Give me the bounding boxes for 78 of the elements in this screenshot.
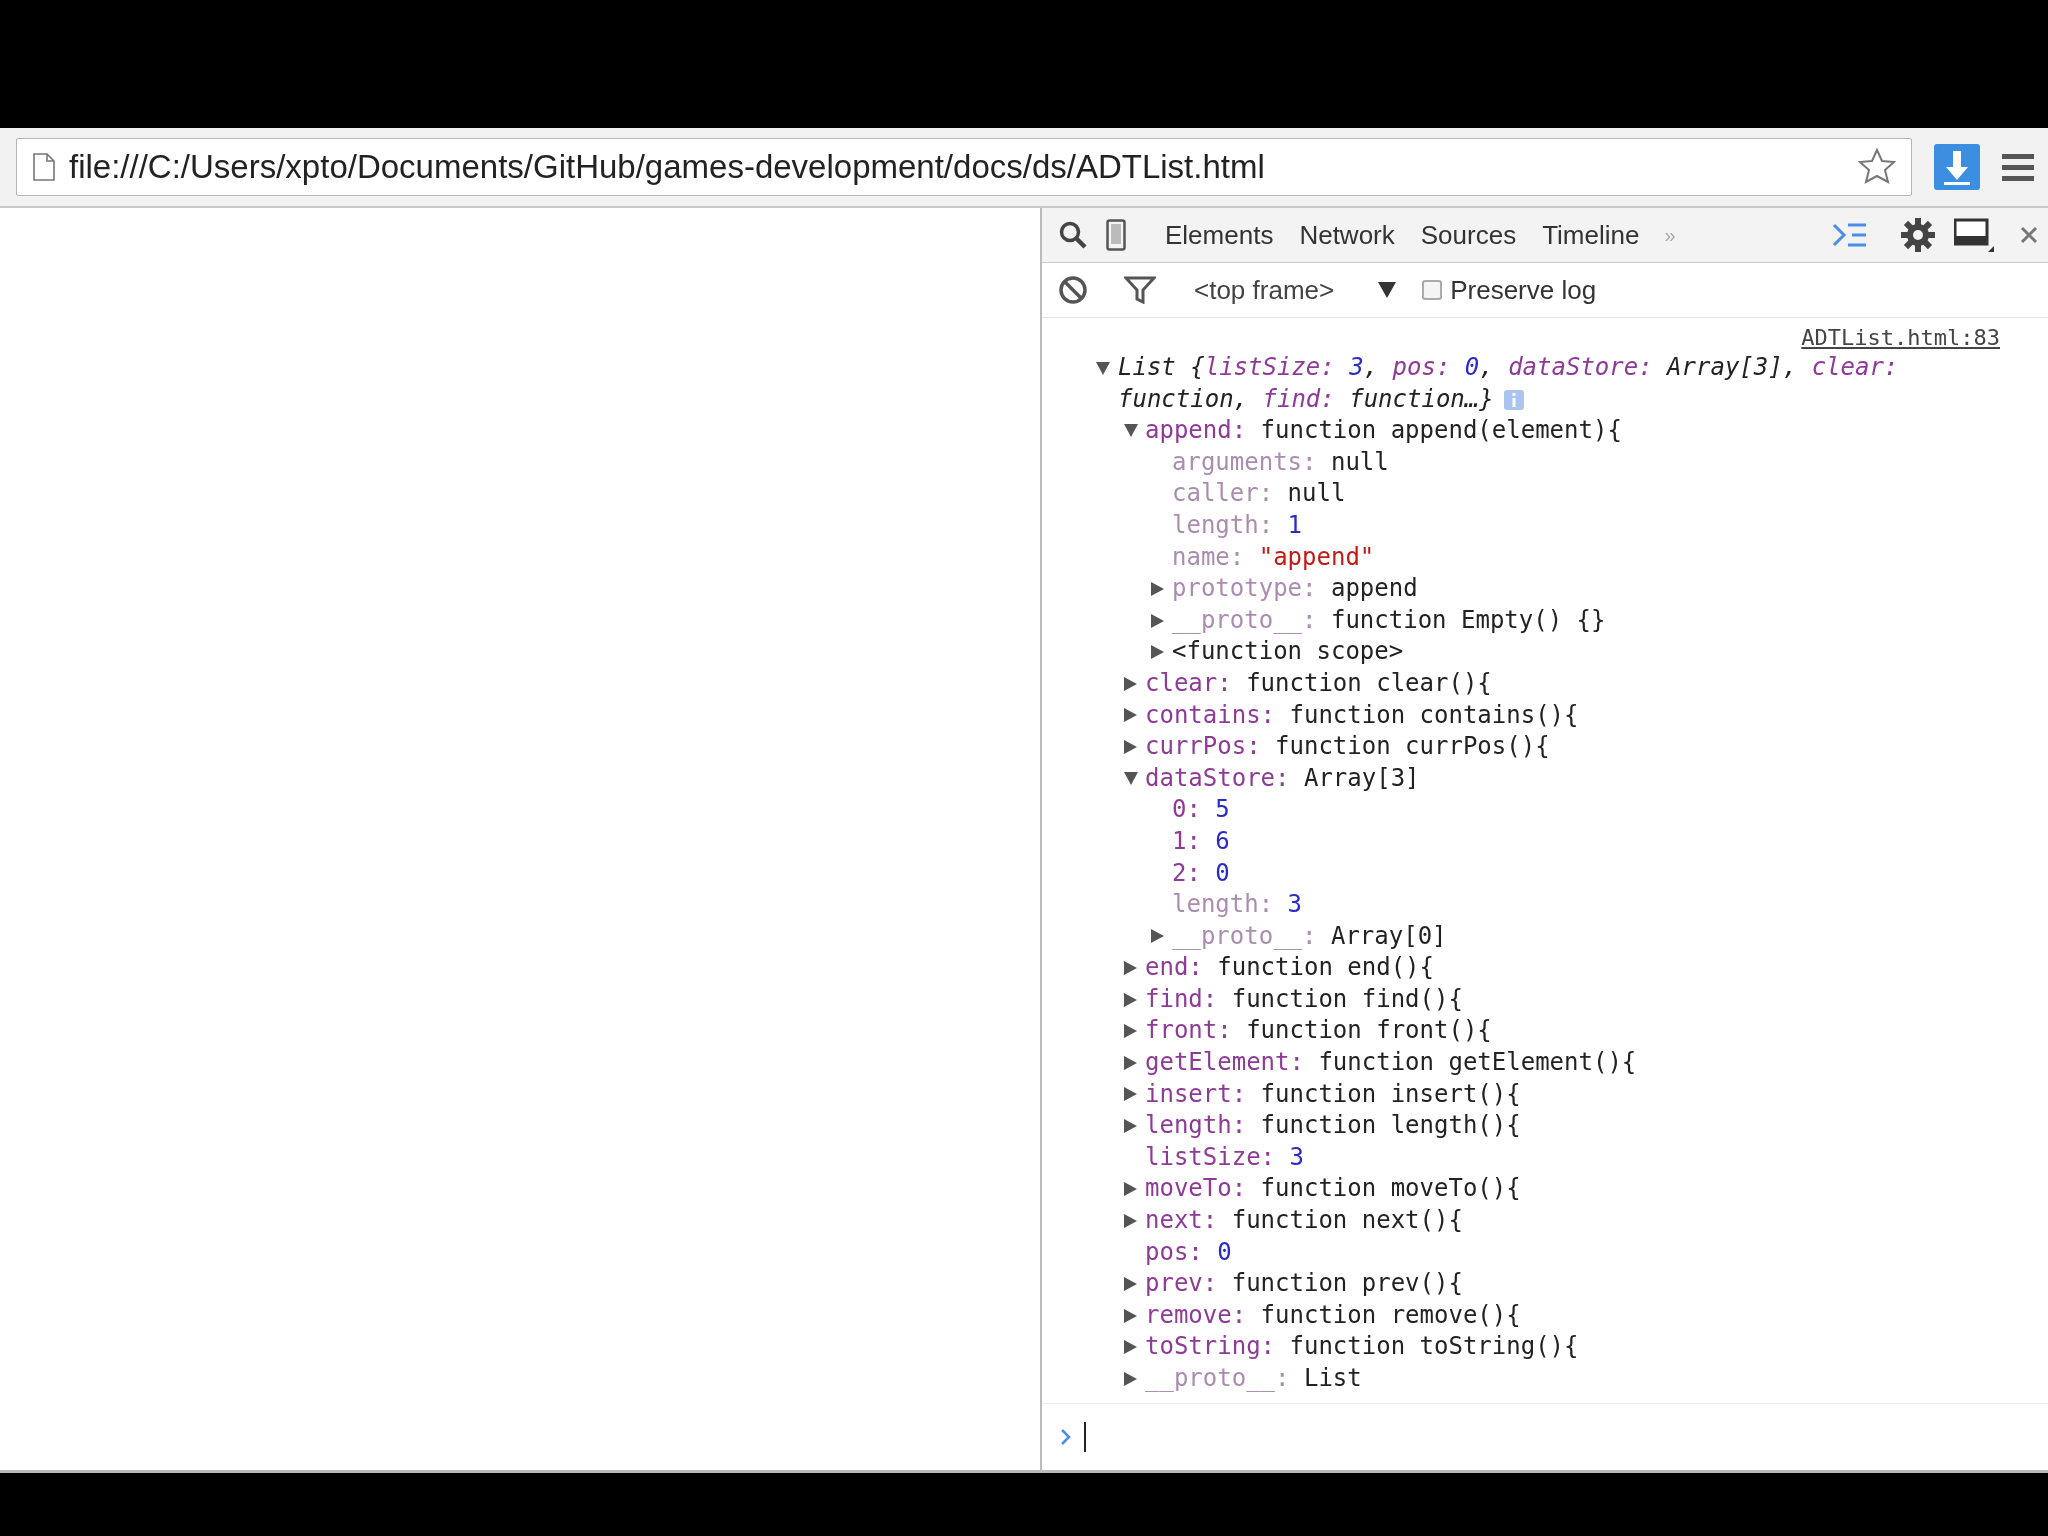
property-text: __proto__: List bbox=[1145, 1363, 1362, 1394]
property-text: getElement: function getElement(){ bbox=[1145, 1047, 1637, 1079]
prompt-chevron-icon bbox=[1060, 1428, 1072, 1446]
filter-icon[interactable] bbox=[1124, 276, 1156, 304]
object-summary: List {listSize: 3, pos: 0, dataStore: Array[3], clear: bbox=[1118, 353, 1899, 381]
property-text: currPos: function currPos(){ bbox=[1145, 731, 1550, 763]
property-text: __proto__: Array[0] bbox=[1172, 920, 1447, 952]
property-text: caller: null bbox=[1172, 478, 1346, 510]
disclosure-triangle[interactable] bbox=[1151, 645, 1164, 660]
mobile-device-icon[interactable] bbox=[1106, 219, 1126, 251]
disclosure-triangle[interactable] bbox=[1124, 739, 1137, 754]
property-text: insert: function insert(){ bbox=[1145, 1078, 1521, 1110]
property-text: toString: function toString(){ bbox=[1145, 1331, 1579, 1363]
property-text: append: function append(element){ bbox=[1145, 415, 1622, 447]
property-text: clear: function clear(){ bbox=[1145, 667, 1492, 699]
devtools-tab[interactable]: Timeline bbox=[1529, 219, 1653, 251]
property-text: 2: 0 bbox=[1172, 857, 1230, 889]
property-text: contains: function contains(){ bbox=[1145, 699, 1579, 731]
property-text: prototype: append bbox=[1172, 573, 1418, 605]
preserve-log-label[interactable]: Preserve log bbox=[1450, 274, 1597, 306]
source-link[interactable]: ADTList.html:83 bbox=[1801, 324, 2000, 352]
disclosure-triangle[interactable] bbox=[1124, 1308, 1137, 1323]
property-text: end: function end(){ bbox=[1145, 952, 1434, 984]
devtools-tab[interactable]: Network bbox=[1286, 219, 1408, 251]
disclosure-triangle[interactable] bbox=[1124, 1340, 1137, 1355]
disclosure-triangle[interactable] bbox=[1124, 1087, 1137, 1102]
disclosure-triangle[interactable] bbox=[1124, 708, 1137, 723]
property-text: moveTo: function moveTo(){ bbox=[1145, 1173, 1521, 1205]
clear-console-icon[interactable] bbox=[1058, 275, 1088, 305]
disclosure-triangle[interactable] bbox=[1124, 1119, 1137, 1134]
console-drawer-icon[interactable] bbox=[1832, 221, 1868, 249]
disclosure-triangle[interactable] bbox=[1124, 424, 1138, 438]
settings-icon[interactable] bbox=[1900, 217, 1936, 253]
property-text: find: function find(){ bbox=[1145, 983, 1463, 1015]
disclosure-triangle[interactable] bbox=[1124, 1277, 1137, 1291]
disclosure-triangle[interactable] bbox=[1124, 1182, 1137, 1197]
disclosure-triangle[interactable] bbox=[1151, 613, 1164, 628]
download-icon[interactable] bbox=[1934, 144, 1980, 190]
disclosure-triangle[interactable] bbox=[1096, 362, 1110, 375]
property-text: <function scope> bbox=[1172, 636, 1404, 668]
devtools-tab[interactable]: Elements bbox=[1152, 219, 1287, 251]
property-text: 1: 6 bbox=[1172, 825, 1230, 857]
property-text: remove: function remove(){ bbox=[1145, 1299, 1521, 1331]
disclosure-triangle[interactable] bbox=[1124, 961, 1137, 976]
property-text: next: function next(){ bbox=[1145, 1205, 1463, 1237]
address-bar[interactable]: file:///C:/Users/xpto/Documents/GitHub/games-development/docs/ds/ADTList.html bbox=[16, 138, 1912, 196]
disclosure-triangle[interactable] bbox=[1124, 992, 1137, 1007]
property-text: __proto__: function Empty() {} bbox=[1172, 604, 1606, 636]
disclosure-triangle[interactable] bbox=[1124, 1024, 1137, 1039]
property-text: 0: 5 bbox=[1172, 794, 1230, 826]
caret-icon[interactable] bbox=[1378, 282, 1397, 298]
property-text: length: function length(){ bbox=[1145, 1110, 1521, 1142]
property-text: dataStore: Array[3] bbox=[1145, 762, 1420, 794]
disclosure-triangle[interactable] bbox=[1151, 929, 1164, 944]
property-text: name: "append" bbox=[1172, 541, 1375, 573]
property-text: front: function front(){ bbox=[1145, 1015, 1492, 1047]
property-text: listSize: 3 bbox=[1145, 1141, 1304, 1173]
property-text: length: 1 bbox=[1172, 509, 1303, 541]
property-text: pos: 0 bbox=[1145, 1236, 1232, 1268]
close-icon[interactable] bbox=[2020, 226, 2038, 244]
property-text: arguments: null bbox=[1172, 446, 1389, 478]
menu-icon[interactable] bbox=[2002, 152, 2034, 182]
dock-icon[interactable] bbox=[1954, 218, 1994, 252]
preserve-log-checkbox[interactable] bbox=[1422, 280, 1443, 300]
disclosure-triangle[interactable] bbox=[1124, 676, 1137, 691]
disclosure-triangle[interactable] bbox=[1124, 1213, 1137, 1228]
disclosure-triangle[interactable] bbox=[1124, 772, 1138, 785]
property-text: length: 3 bbox=[1172, 889, 1303, 921]
disclosure-triangle[interactable] bbox=[1151, 581, 1164, 596]
frame-selector[interactable]: <top frame> bbox=[1194, 274, 1335, 306]
disclosure-triangle[interactable] bbox=[1124, 1055, 1137, 1070]
disclosure-triangle[interactable] bbox=[1124, 1371, 1137, 1386]
page-icon bbox=[33, 153, 55, 181]
object-summary: function, find: function…} bbox=[1118, 384, 1494, 413]
devtools-tab[interactable]: Sources bbox=[1407, 219, 1530, 251]
property-text: prev: function prev(){ bbox=[1145, 1268, 1463, 1300]
search-icon[interactable] bbox=[1058, 220, 1088, 250]
url-text: file:///C:/Users/xpto/Documents/GitHub/games-development/docs/ds/ADTList.html bbox=[69, 148, 1266, 186]
